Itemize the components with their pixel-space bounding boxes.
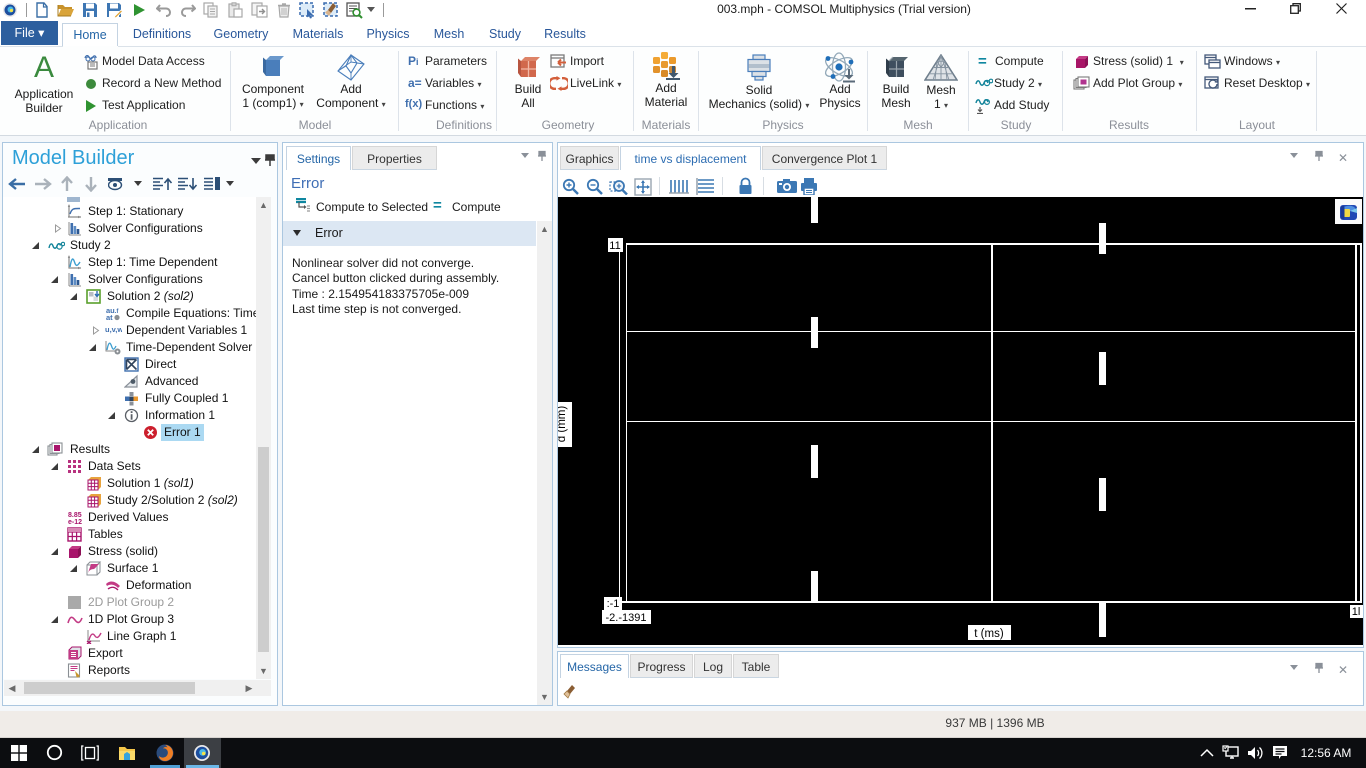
svg-text:-2.-1391: -2.-1391 [606,612,647,624]
svg-text:at: at [106,313,113,321]
svg-text:e-12: e-12 [68,519,82,525]
svg-text:11: 11 [609,240,620,252]
svg-text::-1: :-1 [607,598,620,610]
svg-text:t (ms): t (ms) [974,628,1004,640]
svg-text:u,v,w: u,v,w [105,325,122,334]
svg-text:8.85: 8.85 [68,512,82,519]
svg-text:1l: 1l [1352,606,1361,618]
svg-text:d (mm): d (mm) [558,406,568,443]
